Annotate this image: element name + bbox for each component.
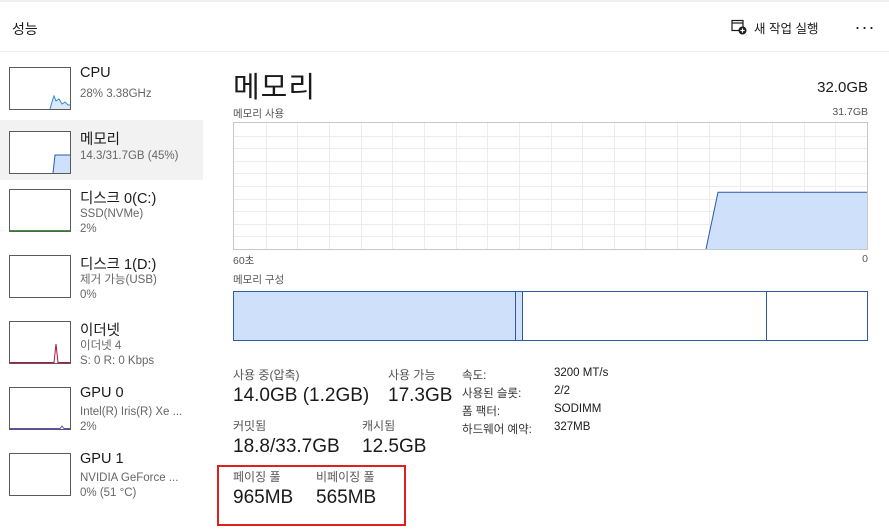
- composition-label: 메모리 구성: [233, 274, 285, 286]
- header: 성능 새 작업 실행 ···: [0, 2, 889, 52]
- form-factor-value: SODIMM: [554, 403, 602, 415]
- hardware-reserved-label: 하드웨어 예약:: [462, 424, 532, 436]
- usage-area: [706, 192, 867, 249]
- in-use-value: 14.0GB (1.2GB): [233, 385, 370, 406]
- disk-1-thumbnail-graph: [9, 255, 71, 298]
- available-value: 17.3GB: [388, 385, 453, 406]
- sidebar-item-usage: 2%: [80, 421, 97, 433]
- ethernet-thumbnail-graph: [9, 321, 71, 364]
- sidebar-item-disk-0[interactable]: 디스크 0(C:) SSD(NVMe) 2%: [0, 183, 203, 243]
- sidebar-item-memory[interactable]: 메모리 14.3/31.7GB (45%): [0, 120, 203, 180]
- sidebar-item-detail: 14.3/31.7GB (45%): [80, 150, 179, 162]
- memory-usage-chart: [234, 123, 867, 249]
- sidebar-item-detail: 제거 가능(USB): [80, 274, 157, 286]
- committed-value: 18.8/33.7GB: [233, 436, 340, 457]
- sidebar-item-gpu-0[interactable]: GPU 0 Intel(R) Iris(R) Xe ... 2%: [0, 381, 203, 441]
- hardware-reserved-value: 327MB: [554, 421, 591, 433]
- sidebar-item-label: 디스크 1(D:): [80, 257, 157, 273]
- graph-axis-right: 0: [862, 253, 868, 265]
- sidebar-item-disk-1[interactable]: 디스크 1(D:) 제거 가능(USB) 0%: [0, 249, 203, 309]
- sidebar-item-label: 이더넷: [80, 323, 121, 339]
- sidebar-item-detail: 이더넷 4: [80, 340, 122, 352]
- slots-value: 2/2: [554, 385, 570, 397]
- gpu-1-thumbnail-graph: [9, 453, 71, 496]
- sidebar-item-detail: 28% 3.38GHz: [80, 88, 152, 100]
- gpu-0-thumbnail-graph: [9, 387, 71, 430]
- memory-total: 32.0GB: [817, 79, 868, 96]
- sidebar-item-cpu[interactable]: CPU 28% 3.38GHz: [0, 63, 203, 123]
- committed-label: 커밋됨: [233, 419, 267, 433]
- cached-label: 캐시됨: [362, 419, 396, 433]
- memory-usage-graph: [233, 122, 868, 250]
- cached-value: 12.5GB: [362, 436, 427, 457]
- memory-composition-bar: [233, 291, 868, 341]
- speed-value: 3200 MT/s: [554, 367, 609, 379]
- composition-in-use: [234, 292, 516, 340]
- disk-0-thumbnail-graph: [9, 189, 71, 232]
- page-title: 성능: [12, 21, 38, 37]
- speed-label: 속도:: [462, 370, 487, 382]
- composition-standby: [523, 292, 767, 340]
- sidebar-item-label: 디스크 0(C:): [80, 191, 157, 207]
- new-task-label: 새 작업 실행: [754, 21, 819, 36]
- sidebar-item-detail: Intel(R) Iris(R) Xe ...: [80, 406, 183, 418]
- slots-label: 사용된 슬롯:: [462, 388, 522, 400]
- sidebar-item-throughput: S: 0 R: 0 Kbps: [80, 355, 155, 367]
- highlight-annotation: [217, 465, 406, 526]
- new-task-icon: [731, 19, 747, 35]
- sidebar-item-usage: 0% (51 °C): [80, 487, 137, 499]
- more-options-button[interactable]: ···: [852, 14, 878, 40]
- available-label: 사용 가능: [388, 368, 436, 382]
- sidebar-item-detail: SSD(NVMe): [80, 208, 144, 220]
- sidebar-item-label: CPU: [80, 65, 111, 81]
- usage-graph-label: 메모리 사용: [233, 108, 285, 120]
- new-task-button[interactable]: 새 작업 실행: [731, 16, 818, 38]
- sidebar-item-usage: 2%: [80, 223, 97, 235]
- form-factor-label: 폼 팩터:: [462, 406, 501, 418]
- sidebar-item-detail: NVIDIA GeForce ...: [80, 472, 179, 484]
- sidebar-item-label: GPU 1: [80, 451, 124, 467]
- memory-thumbnail-graph: [9, 131, 71, 174]
- sidebar-item-ethernet[interactable]: 이더넷 이더넷 4 S: 0 R: 0 Kbps: [0, 315, 203, 375]
- in-use-label: 사용 중(압축): [233, 368, 300, 382]
- sidebar-item-usage: 0%: [80, 289, 97, 301]
- usage-graph-max: 31.7GB: [832, 106, 868, 118]
- sidebar-item-gpu-1[interactable]: GPU 1 NVIDIA GeForce ... 0% (51 °C): [0, 447, 203, 507]
- cpu-thumbnail-graph: [9, 67, 71, 110]
- sidebar-item-label: 메모리: [80, 132, 121, 148]
- memory-title: 메모리: [233, 72, 317, 104]
- sidebar-item-label: GPU 0: [80, 385, 124, 401]
- graph-axis-left: 60초: [233, 255, 255, 267]
- composition-modified: [516, 292, 523, 340]
- sidebar: CPU 28% 3.38GHz 메모리 14.3/31.7GB (45%) 디스…: [0, 53, 210, 529]
